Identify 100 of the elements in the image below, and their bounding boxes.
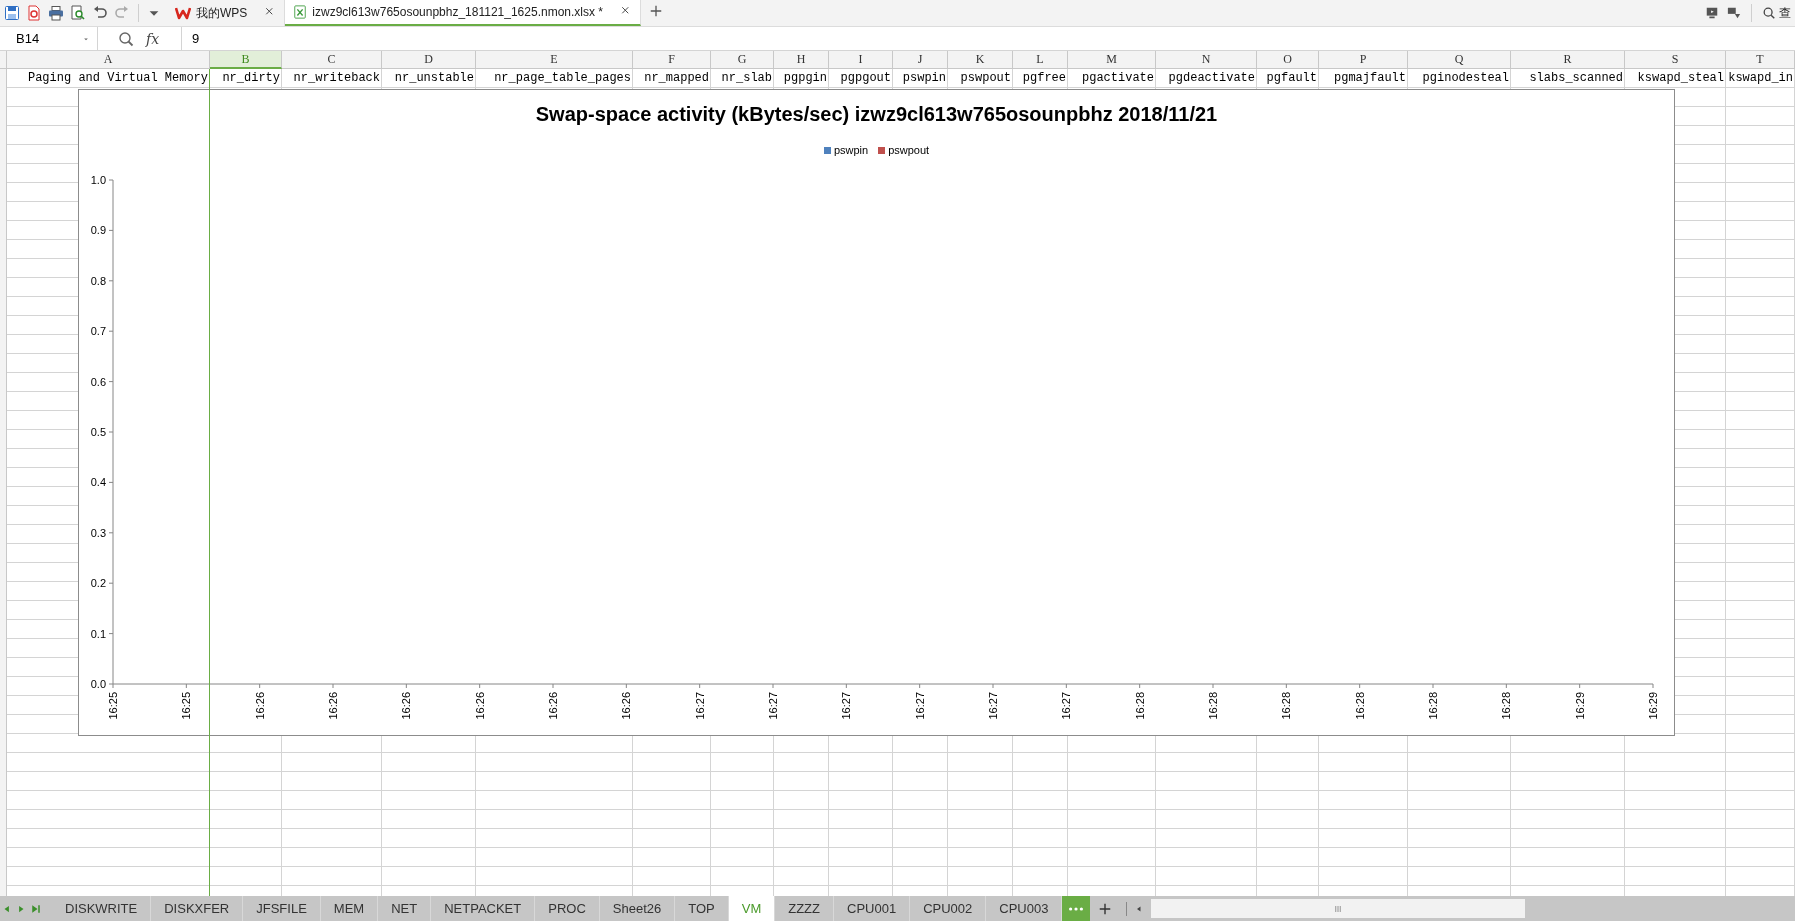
- sheet-tab[interactable]: PROC: [535, 896, 600, 921]
- table-cell: kswapd_steal: [1625, 69, 1726, 88]
- sheet-tab[interactable]: MEM: [320, 896, 379, 921]
- x-tick-label: 16:26: [620, 692, 633, 720]
- function-button[interactable]: fx: [146, 30, 160, 47]
- y-tick-label: 0.1: [90, 627, 106, 640]
- table-cell: pgmajfault: [1319, 69, 1408, 88]
- zoom-icon[interactable]: [118, 30, 134, 47]
- table-cell: pgpgout: [829, 69, 893, 88]
- column-header[interactable]: P: [1319, 51, 1408, 69]
- x-tick-label: 16:27: [840, 692, 853, 720]
- column-header[interactable]: I: [829, 51, 893, 69]
- save-icon[interactable]: [4, 5, 20, 21]
- column-header[interactable]: E: [476, 51, 633, 69]
- x-tick-label: 16:29: [1573, 692, 1586, 720]
- table-cell: pswpin: [893, 69, 948, 88]
- column-header[interactable]: M: [1068, 51, 1156, 69]
- x-tick-label: 16:25: [180, 692, 193, 720]
- table-cell: nr_unstable: [382, 69, 476, 88]
- plus-icon[interactable]: [649, 4, 663, 18]
- x-tick-label: 16:28: [1353, 692, 1366, 720]
- x-tick-label: 16:29: [1647, 692, 1659, 720]
- wps-logo-icon: [175, 5, 191, 21]
- column-header[interactable]: L: [1013, 51, 1068, 69]
- column-header[interactable]: J: [893, 51, 948, 69]
- x-tick-label: 16:27: [693, 692, 706, 720]
- y-tick-label: 0.2: [90, 577, 106, 590]
- y-tick-label: 0.6: [90, 375, 106, 388]
- x-tick-label: 16:28: [1427, 692, 1439, 720]
- table-cell: nr_slab: [711, 69, 774, 88]
- x-tick-label: 16:27: [987, 692, 999, 720]
- name-box[interactable]: B14: [0, 27, 98, 50]
- search-icon: [1762, 6, 1776, 20]
- table-cell: pgdeactivate: [1156, 69, 1257, 88]
- table-cell: nr_mapped: [633, 69, 711, 88]
- print-preview-icon[interactable]: [70, 5, 86, 21]
- table-cell: pswpout: [948, 69, 1013, 88]
- spreadsheet-icon: [293, 5, 308, 19]
- x-tick-label: 16:28: [1500, 692, 1513, 720]
- more-sheets-button[interactable]: [1062, 896, 1091, 921]
- column-header[interactable]: Q: [1408, 51, 1511, 69]
- sheet-tab[interactable]: Sheet26: [599, 896, 676, 921]
- x-tick-label: 16:25: [107, 692, 119, 720]
- table-cell: nr_page_table_pages: [476, 69, 633, 88]
- x-tick-label: 16:27: [1060, 692, 1073, 720]
- sheet-tab[interactable]: NET: [378, 896, 432, 921]
- column-header[interactable]: T: [1726, 51, 1795, 69]
- last-sheet-icon[interactable]: [30, 902, 42, 915]
- table-cell: Paging and Virtual Memory: [7, 69, 210, 88]
- x-tick-label: 16:27: [767, 692, 779, 720]
- monitor-icon[interactable]: [1705, 6, 1719, 20]
- x-tick-label: 16:26: [473, 692, 486, 720]
- x-tick-label: 16:26: [400, 692, 413, 720]
- column-header[interactable]: H: [774, 51, 829, 69]
- print-icon[interactable]: [48, 5, 64, 21]
- document-tab[interactable]: izwz9cl613w765osounpbhz_181121_1625.nmon.xlsx *: [285, 0, 641, 26]
- x-tick-label: 16:26: [547, 692, 559, 720]
- column-header[interactable]: R: [1511, 51, 1625, 69]
- table-cell: kswapd_in: [1726, 69, 1795, 88]
- x-tick-label: 16:26: [327, 692, 339, 720]
- sheet-tab[interactable]: ZZZZ: [775, 896, 834, 921]
- column-header[interactable]: K: [948, 51, 1013, 69]
- table-cell: pgpgin: [774, 69, 829, 88]
- sheet-tab[interactable]: JFSFILE: [243, 896, 321, 921]
- column-header[interactable]: B: [210, 51, 282, 69]
- pdf-export-icon[interactable]: [26, 5, 42, 21]
- sheet-tab[interactable]: VM: [728, 896, 776, 921]
- formula-field[interactable]: 9: [181, 27, 1795, 50]
- y-tick-label: 0.0: [90, 678, 106, 690]
- column-header[interactable]: N: [1156, 51, 1257, 69]
- chart-title: Swap-space activity (kBytes/sec) izwz9cl613w765osounpbhz 2018/11/21: [535, 102, 1218, 126]
- table-cell: slabs_scanned: [1511, 69, 1625, 88]
- y-tick-label: 0.5: [90, 426, 106, 438]
- table-cell: pgactivate: [1068, 69, 1156, 88]
- sheet-tab[interactable]: DISKXFER: [151, 896, 244, 921]
- sheet-tab[interactable]: TOP: [675, 896, 729, 921]
- column-header[interactable]: G: [711, 51, 774, 69]
- search-button[interactable]: 查: [1762, 4, 1791, 22]
- x-tick-label: 16:28: [1207, 692, 1219, 720]
- x-tick-label: 16:28: [1133, 692, 1146, 720]
- more-icon: [1069, 906, 1084, 911]
- column-header[interactable]: D: [382, 51, 476, 69]
- y-tick-label: 0.9: [90, 224, 106, 237]
- sheet-tab[interactable]: CPU002: [910, 896, 987, 921]
- column-header[interactable]: A: [7, 51, 210, 69]
- column-header[interactable]: C: [282, 51, 382, 69]
- scrollbar-thumb[interactable]: [1151, 899, 1526, 918]
- y-tick-label: 0.7: [90, 325, 106, 338]
- x-tick-label: 16:26: [253, 692, 266, 720]
- undo-icon[interactable]: [92, 5, 108, 21]
- column-header[interactable]: O: [1257, 51, 1319, 69]
- sheet-tab[interactable]: CPU001: [834, 896, 911, 921]
- column-header[interactable]: S: [1625, 51, 1726, 69]
- column-header[interactable]: F: [633, 51, 711, 69]
- y-tick-label: 0.8: [90, 274, 106, 287]
- sort-icon[interactable]: [1727, 6, 1741, 20]
- plus-icon: [1098, 901, 1113, 916]
- sheet-tab[interactable]: DISKWRITE: [52, 896, 152, 921]
- sheet-tab[interactable]: NETPACKET: [431, 896, 536, 921]
- legend-label: pswpin: [833, 144, 869, 156]
